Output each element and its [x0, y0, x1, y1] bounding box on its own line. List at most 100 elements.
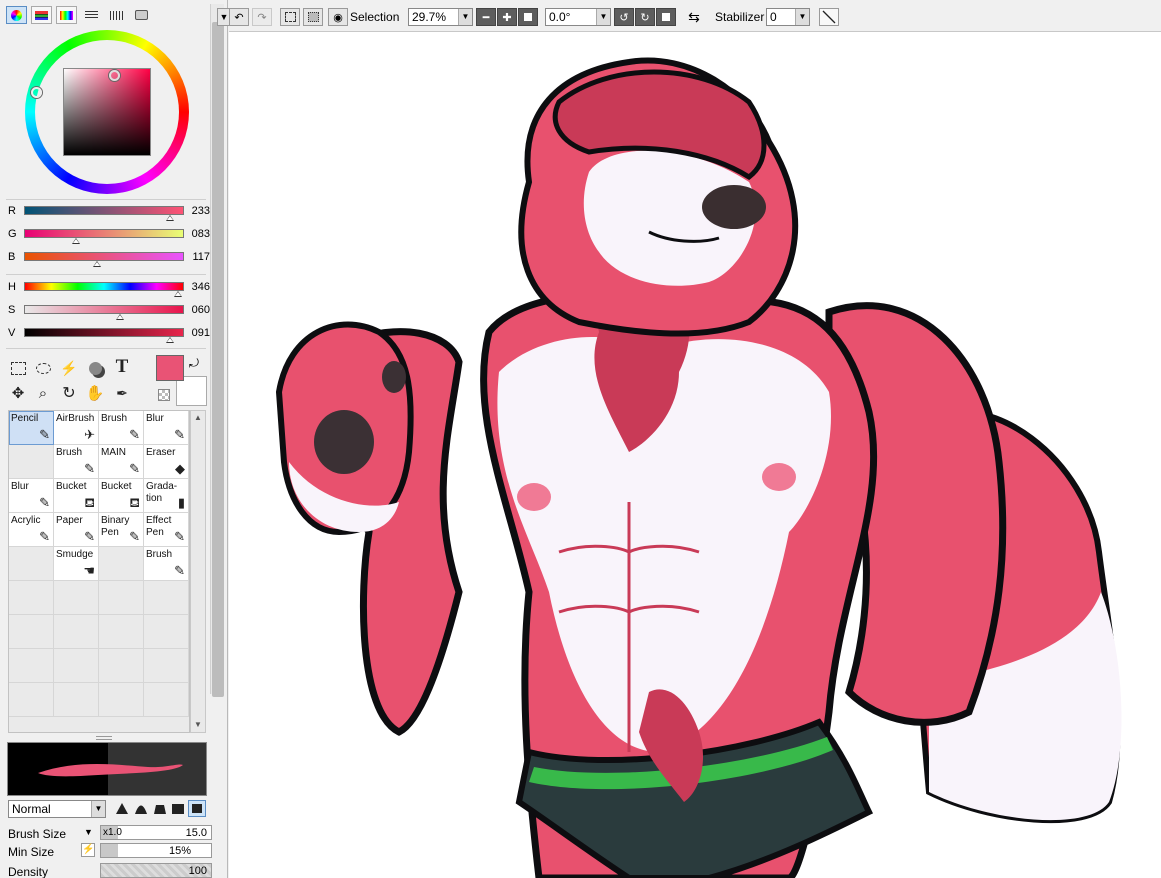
brush-shape-round[interactable] [135, 803, 147, 814]
brush-slot-smudge[interactable]: Smudge ☚ [54, 547, 99, 581]
swap-colors-icon[interactable]: ⤾ [189, 356, 199, 371]
slider-handle[interactable] [72, 238, 80, 244]
brush-shape-square[interactable] [172, 803, 184, 814]
brush-slot-binary-pen[interactable]: Binary Pen ✎ [99, 513, 144, 547]
brush-slot-empty[interactable] [99, 581, 144, 615]
brush-slot-empty[interactable] [9, 615, 54, 649]
rotation-select[interactable]: 0.0° ▼ [545, 8, 611, 26]
flip-horizontal-button[interactable]: ⇆ [684, 8, 704, 26]
brush-slot-empty[interactable] [54, 581, 99, 615]
brush-slot-brush[interactable]: Brush ✎ [99, 411, 144, 445]
rotate-tool[interactable]: ↻ [58, 382, 80, 404]
foreground-color-swatch[interactable] [156, 355, 184, 381]
move-tool[interactable]: ✥ [7, 382, 29, 404]
brush-shape-flat[interactable] [154, 803, 166, 814]
sv-marker[interactable] [109, 70, 120, 81]
pressure-toggle-icon[interactable]: ⚡ [81, 843, 95, 857]
brush-slot-empty[interactable] [9, 649, 54, 683]
brush-slot-effect-pen[interactable]: Effect Pen ✎ [144, 513, 189, 547]
slider-track[interactable] [24, 229, 184, 238]
brush-slot-empty[interactable] [54, 649, 99, 683]
brush-slot-empty[interactable] [144, 581, 189, 615]
brush-slot-paper[interactable]: Paper ✎ [54, 513, 99, 547]
rotate-reset-button[interactable] [656, 8, 676, 26]
slider-r[interactable]: R 233 [8, 203, 210, 221]
slider-b[interactable]: B 117 [8, 249, 210, 267]
slider-handle[interactable] [116, 314, 124, 320]
brush-slot-eraser[interactable]: Eraser ◆ [144, 445, 189, 479]
slider-v[interactable]: V 091 [8, 325, 210, 343]
zoom-reset-button[interactable] [518, 8, 538, 26]
brush-slot-empty[interactable] [54, 615, 99, 649]
brush-slot-blur[interactable]: Blur ✎ [9, 479, 54, 513]
scroll-down-arrow-icon[interactable]: ▼ [192, 719, 204, 731]
brush-slot-brush[interactable]: Brush ✎ [144, 547, 189, 581]
density-input[interactable]: 100 [100, 863, 212, 878]
hand-tool[interactable]: ✋ [84, 382, 106, 404]
line-tool-button[interactable] [819, 8, 839, 26]
zoom-select[interactable]: 29.7% ▼ [408, 8, 473, 26]
scrollbar-thumb[interactable] [212, 22, 224, 697]
brush-grid-scrollbar[interactable]: ▲ ▼ [190, 410, 206, 733]
scratchpad-mode-button[interactable] [131, 6, 152, 24]
scroll-up-arrow-icon[interactable]: ▲ [192, 412, 204, 424]
magic-wand-tool[interactable]: ⚡ [58, 357, 80, 379]
brush-slot-acrylic[interactable]: Acrylic ✎ [9, 513, 54, 547]
brush-size-input[interactable]: x1.0 15.0 [100, 825, 212, 840]
brush-slot-pencil[interactable]: Pencil ✎ [9, 411, 54, 445]
undo-button[interactable]: ↶ [229, 8, 249, 26]
hsv-slider-mode-button[interactable] [56, 6, 77, 24]
brush-slot-bucket[interactable]: Bucket ⛾ [54, 479, 99, 513]
text-tool[interactable]: T [111, 356, 133, 378]
invert-selection-button[interactable] [303, 8, 323, 26]
palette-mode-button[interactable] [81, 6, 102, 24]
hue-marker[interactable] [31, 87, 42, 98]
brush-slot-empty[interactable] [9, 581, 54, 615]
size-dropdown-icon[interactable]: ▼ [84, 827, 93, 837]
slider-track[interactable] [24, 328, 184, 337]
brush-slot-blur[interactable]: Blur ✎ [144, 411, 189, 445]
swatches-mode-button[interactable] [106, 6, 127, 24]
rotate-right-button[interactable]: ↻ [635, 8, 655, 26]
brush-shape-sharp[interactable] [116, 803, 128, 814]
grid-splitter[interactable] [96, 736, 112, 740]
brush-shape-custom[interactable] [188, 800, 206, 817]
brush-slot-main[interactable]: MAIN ✎ [99, 445, 144, 479]
saturation-value-square[interactable] [63, 68, 151, 156]
redo-button[interactable]: ↷ [252, 8, 272, 26]
brush-slot-empty[interactable] [99, 615, 144, 649]
brush-slot-empty[interactable] [99, 649, 144, 683]
left-panel-scrollbar[interactable] [210, 4, 224, 697]
zoom-out-button[interactable]: ━ [476, 8, 496, 26]
eyedropper-tool[interactable]: ✒ [111, 382, 133, 404]
brush-slot-empty[interactable] [54, 683, 99, 717]
brush-slot-empty[interactable] [9, 547, 54, 581]
stabilizer-select[interactable]: 0 ▼ [766, 8, 810, 26]
shape-tool[interactable] [84, 357, 106, 379]
slider-handle[interactable] [166, 215, 175, 221]
zoom-in-button[interactable]: ✚ [497, 8, 517, 26]
brush-slot-empty[interactable] [99, 683, 144, 717]
brush-slot-empty[interactable] [9, 445, 54, 479]
lasso-tool[interactable] [32, 357, 54, 379]
deselect-button[interactable] [280, 8, 300, 26]
brush-slot-brush[interactable]: Brush ✎ [54, 445, 99, 479]
min-size-input[interactable]: 15% [100, 843, 212, 858]
brush-slot-empty[interactable] [99, 547, 144, 581]
zoom-tool[interactable]: ⌕ [32, 382, 54, 404]
brush-slot-empty[interactable] [144, 649, 189, 683]
rect-select-tool[interactable] [7, 357, 29, 379]
slider-track[interactable] [24, 305, 184, 314]
brush-slot-airbrush[interactable]: AirBrush ✈ [54, 411, 99, 445]
color-wheel[interactable] [25, 30, 189, 194]
blend-mode-select[interactable]: Normal ▼ [8, 800, 106, 818]
slider-handle[interactable] [165, 337, 174, 343]
brush-slot-grada-tion[interactable]: Grada- tion ▮ [144, 479, 189, 513]
slider-track[interactable] [24, 282, 184, 291]
slider-handle[interactable] [93, 261, 102, 267]
color-wheel-mode-button[interactable] [6, 6, 27, 24]
rotate-left-button[interactable]: ↺ [614, 8, 634, 26]
slider-h[interactable]: H 346 [8, 279, 210, 297]
show-selection-toggle[interactable]: ◉ [328, 8, 348, 26]
brush-slot-empty[interactable] [144, 615, 189, 649]
